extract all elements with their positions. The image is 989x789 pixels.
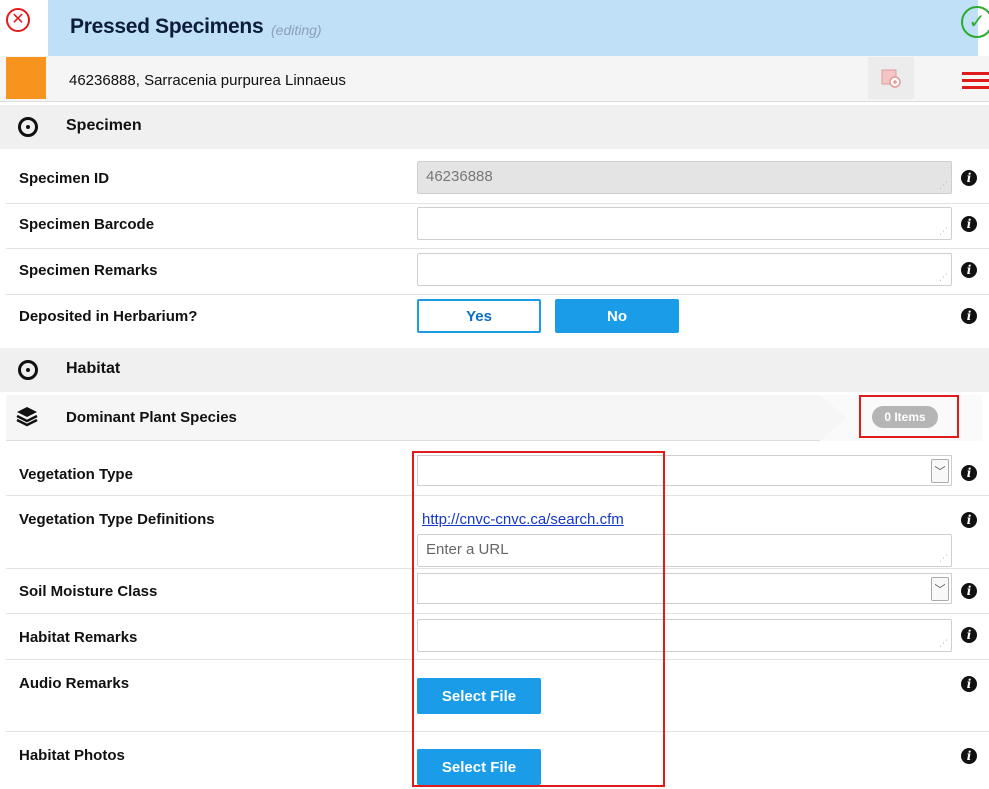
info-icon[interactable]: i bbox=[961, 676, 977, 692]
resize-grip-icon[interactable]: ⋰ bbox=[939, 226, 948, 237]
divider bbox=[6, 568, 989, 569]
section-header-habitat[interactable]: Habitat bbox=[0, 348, 989, 392]
divider bbox=[6, 659, 989, 660]
deposited-label: Deposited in Herbarium? bbox=[19, 308, 198, 325]
row-chevron bbox=[820, 395, 846, 441]
info-icon[interactable]: i bbox=[961, 627, 977, 643]
record-label: 46236888, Sarracenia purpurea Linnaeus bbox=[69, 72, 346, 89]
specimen-remarks-input[interactable]: ⋰ bbox=[417, 253, 952, 286]
info-icon[interactable]: i bbox=[961, 465, 977, 481]
habitat-remarks-input[interactable]: ⋰ bbox=[417, 619, 952, 652]
resize-grip-icon[interactable]: ⋰ bbox=[939, 638, 948, 649]
vegetation-type-select[interactable]: ﹀ bbox=[417, 455, 952, 486]
map-marker-icon[interactable] bbox=[868, 57, 914, 99]
habitat-photos-label: Habitat Photos bbox=[19, 747, 125, 764]
specimen-id-value: 46236888 bbox=[426, 168, 493, 185]
divider bbox=[6, 731, 989, 732]
specimen-id-label: Specimen ID bbox=[19, 170, 110, 187]
chevron-down-icon[interactable]: ﹀ bbox=[931, 459, 949, 483]
highlight-box bbox=[859, 395, 959, 438]
yes-button[interactable]: Yes bbox=[417, 299, 541, 333]
vegetation-url-input[interactable]: Enter a URL ⋰ bbox=[417, 534, 952, 567]
photos-select-file-button[interactable]: Select File bbox=[417, 749, 541, 785]
habitat-remarks-label: Habitat Remarks bbox=[19, 629, 138, 646]
hamburger-menu-icon[interactable] bbox=[962, 72, 989, 90]
section-title: Specimen bbox=[66, 117, 142, 134]
soil-moisture-label: Soil Moisture Class bbox=[19, 583, 158, 600]
specimen-remarks-label: Specimen Remarks bbox=[19, 262, 158, 279]
vegetation-definitions-link[interactable]: http://cnvc-cnvc.ca/search.cfm bbox=[422, 511, 624, 528]
divider bbox=[6, 294, 989, 295]
page-title: Pressed Specimens bbox=[70, 15, 264, 38]
chevron-down-icon[interactable]: ﹀ bbox=[931, 577, 949, 601]
soil-moisture-select[interactable]: ﹀ bbox=[417, 573, 952, 604]
section-header-specimen[interactable]: Specimen bbox=[0, 105, 989, 149]
edit-status: (editing) bbox=[271, 22, 322, 38]
info-icon[interactable]: i bbox=[961, 583, 977, 599]
info-icon[interactable]: i bbox=[961, 748, 977, 764]
audio-remarks-label: Audio Remarks bbox=[19, 675, 130, 692]
divider bbox=[6, 495, 989, 496]
audio-select-file-button[interactable]: Select File bbox=[417, 678, 541, 714]
layers-icon bbox=[15, 405, 39, 432]
eye-icon bbox=[18, 117, 38, 137]
info-icon[interactable]: i bbox=[961, 262, 977, 278]
specimen-barcode-label: Specimen Barcode bbox=[19, 216, 155, 233]
vegetation-url-placeholder: Enter a URL bbox=[426, 541, 509, 558]
check-circle-icon[interactable]: ✓ bbox=[961, 6, 989, 38]
info-icon[interactable]: i bbox=[961, 308, 977, 324]
specimen-id-field: 46236888 ⋰ bbox=[417, 161, 952, 194]
close-icon[interactable]: ✕ bbox=[6, 8, 30, 32]
eye-icon bbox=[18, 360, 38, 380]
no-button[interactable]: No bbox=[555, 299, 679, 333]
vegetation-type-label: Vegetation Type bbox=[19, 466, 133, 483]
divider bbox=[6, 203, 989, 204]
divider bbox=[6, 248, 989, 249]
info-icon[interactable]: i bbox=[961, 216, 977, 232]
resize-grip-icon: ⋰ bbox=[939, 180, 948, 190]
info-icon[interactable]: i bbox=[961, 512, 977, 528]
resize-grip-icon[interactable]: ⋰ bbox=[939, 272, 948, 283]
record-color-swatch bbox=[6, 57, 46, 99]
info-icon[interactable]: i bbox=[961, 170, 977, 186]
dominant-plant-species-label: Dominant Plant Species bbox=[66, 409, 237, 426]
resize-grip-icon[interactable]: ⋰ bbox=[939, 553, 948, 564]
divider bbox=[6, 613, 989, 614]
specimen-barcode-input[interactable]: ⋰ bbox=[417, 207, 952, 240]
vegetation-definitions-label: Vegetation Type Definitions bbox=[19, 511, 215, 528]
section-title: Habitat bbox=[66, 360, 121, 377]
